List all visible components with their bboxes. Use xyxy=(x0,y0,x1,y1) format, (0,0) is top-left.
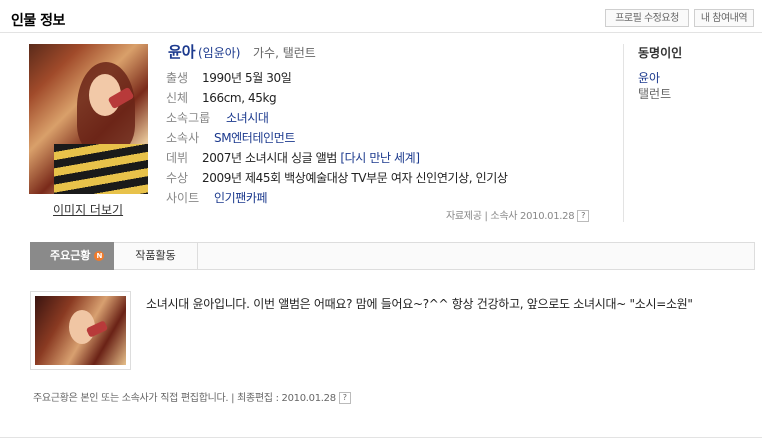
row-label: 소속그룹 xyxy=(166,111,211,125)
status-thumbnail[interactable] xyxy=(30,291,131,370)
group-link[interactable]: 소녀시대 xyxy=(226,111,269,125)
column-divider xyxy=(623,44,624,222)
row-value: 2009년 제45회 백상예술대상 TV부문 여자 신인연기상, 인기상 xyxy=(202,171,508,185)
source-text: 자료제공 | 소속사 2010.01.28 xyxy=(446,211,575,222)
help-icon[interactable]: ? xyxy=(338,392,351,404)
status-footer: 주요근황은 본인 또는 소속사가 직접 편집합니다. | 최종편집 : 2010… xyxy=(33,389,351,404)
same-name-job: 탤런트 xyxy=(638,87,672,101)
person-real-name[interactable]: (임윤아) xyxy=(198,44,240,61)
row-value: 2007년 소녀시대 싱글 앨범 [다시 만난 세계] xyxy=(202,151,420,165)
same-name-link[interactable]: 윤아 xyxy=(638,69,660,86)
help-icon[interactable]: ? xyxy=(577,210,590,222)
agency-link[interactable]: SM엔터테인먼트 xyxy=(214,131,295,145)
bottom-divider xyxy=(0,437,762,438)
person-job: 가수, 탤런트 xyxy=(253,46,316,60)
page-title: 인물 정보 xyxy=(11,13,65,29)
row-label: 소속사 xyxy=(166,131,200,145)
header-divider xyxy=(0,32,762,33)
row-label: 데뷔 xyxy=(166,151,189,165)
person-name[interactable]: 윤아 xyxy=(168,41,196,62)
my-participation-button[interactable]: 내 참여내역 xyxy=(694,9,754,27)
row-value: 1990년 5월 30일 xyxy=(202,71,292,85)
same-name-title: 동명이인 xyxy=(638,46,683,60)
status-message: 소녀시대 윤아입니다. 이번 앨범은 어때요? 맘에 들어요~?^^ 항상 건강… xyxy=(146,297,693,311)
new-badge: N xyxy=(94,251,105,261)
debut-album-link[interactable]: [다시 만난 세계] xyxy=(340,151,420,165)
row-label: 사이트 xyxy=(166,191,200,205)
row-label: 신체 xyxy=(166,91,189,105)
row-value: 166cm, 45kg xyxy=(202,91,277,105)
tab-label: 주요근황 xyxy=(50,249,91,262)
profile-photo[interactable] xyxy=(29,44,148,194)
more-images-link[interactable]: 이미지 더보기 xyxy=(53,201,123,218)
source-info: 자료제공 | 소속사 2010.01.28 ? xyxy=(446,207,590,222)
fancafe-link[interactable]: 인기팬카페 xyxy=(214,191,268,205)
tab-works[interactable]: 작품활동 xyxy=(114,242,198,270)
profile-edit-request-button[interactable]: 프로필 수정요청 xyxy=(605,9,689,27)
row-label: 수상 xyxy=(166,171,189,185)
row-label: 출생 xyxy=(166,71,189,85)
tab-recent-news[interactable]: 주요근황 N xyxy=(30,242,114,270)
footer-text: 주요근황은 본인 또는 소속사가 직접 편집합니다. | 최종편집 : 2010… xyxy=(33,393,336,404)
debut-text: 2007년 소녀시대 싱글 앨범 xyxy=(202,151,337,165)
